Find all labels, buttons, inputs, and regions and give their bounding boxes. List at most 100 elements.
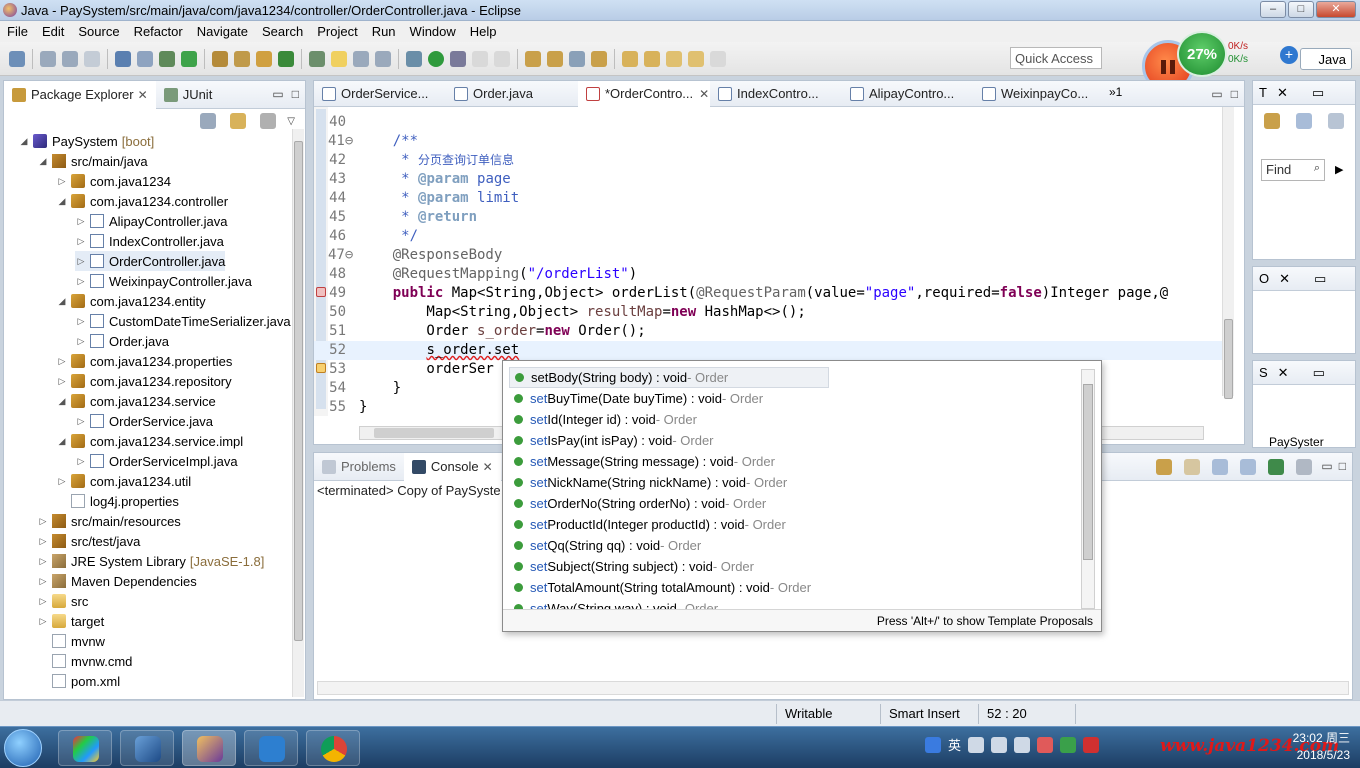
minimize-button[interactable]: – <box>1260 1 1286 18</box>
run-icon[interactable] <box>428 50 444 67</box>
tree-item[interactable]: ◢ src/main/java <box>37 151 148 171</box>
menu-file[interactable]: File <box>0 24 35 39</box>
display-console-icon[interactable] <box>1268 459 1285 475</box>
expand-arrow-icon[interactable]: ▷ <box>75 276 87 287</box>
menu-search[interactable]: Search <box>255 24 310 39</box>
maximize-view-icon[interactable]: □ <box>1339 459 1346 475</box>
tree-item[interactable]: ▷ com.java1234.repository <box>56 371 232 391</box>
maximize-view-icon[interactable]: □ <box>292 87 299 101</box>
expand-arrow-icon[interactable]: ▷ <box>37 556 49 567</box>
expand-arrow-icon[interactable]: ▷ <box>75 236 87 247</box>
tree-item[interactable]: log4j.properties <box>56 491 179 511</box>
filters-icon[interactable] <box>260 113 277 129</box>
tree-item[interactable]: ◢ com.java1234.entity <box>56 291 206 311</box>
editor-tab[interactable]: AlipayContro... <box>842 81 974 107</box>
proposal-item[interactable]: set Subject(String subject) : void - Orde… <box>509 556 1081 577</box>
taskbar-app-editor[interactable] <box>244 730 298 766</box>
scrollbar-thumb[interactable] <box>294 141 303 641</box>
code-line[interactable]: 47⊖ @ResponseBody <box>314 246 1229 265</box>
tree-item[interactable]: ◢ com.java1234.service.impl <box>56 431 244 451</box>
close-view-icon[interactable]: ✕ <box>1278 365 1289 381</box>
expand-arrow-icon[interactable]: ▷ <box>75 336 87 347</box>
proposal-item[interactable]: set NickName(String nickName) : void - Or… <box>509 472 1081 493</box>
minimize-view-icon[interactable]: ▭ <box>1312 85 1324 101</box>
code-line[interactable]: 41⊖ /** <box>314 132 1229 151</box>
tree-item[interactable]: ◢ PaySystem [boot] <box>18 131 155 151</box>
view-label[interactable]: O <box>1259 271 1269 286</box>
code-line[interactable]: 42 * 分页查询订单信息 <box>314 151 1229 170</box>
view-label[interactable]: T <box>1259 85 1267 100</box>
menu-help[interactable]: Help <box>463 24 504 39</box>
taskbar-app-chrome[interactable] <box>306 730 360 766</box>
code-line[interactable]: 50 Map<String,Object> resultMap=new Hash… <box>314 303 1229 322</box>
project-item[interactable]: PaySyster <box>1269 435 1324 449</box>
tab-package-explorer[interactable]: Package Explorer ✕ <box>4 80 156 109</box>
tree-item[interactable]: ◢ com.java1234.controller <box>56 191 229 211</box>
expand-arrow-icon[interactable]: ◢ <box>56 196 68 207</box>
system-clock[interactable]: 23:02 周三 2018/5/23 <box>1290 730 1350 764</box>
tree-item[interactable]: ▷ AlipayController.java <box>75 211 228 231</box>
start-button[interactable] <box>4 729 42 767</box>
minimize-view-icon[interactable]: ▭ <box>1314 271 1326 287</box>
filter-icon[interactable] <box>1328 113 1344 129</box>
quick-access-field[interactable]: Quick Access <box>1010 47 1102 69</box>
categorize-icon[interactable] <box>1296 113 1312 129</box>
proposal-scrollbar[interactable] <box>1081 369 1095 609</box>
tree-item[interactable]: ◢ com.java1234.service <box>56 391 216 411</box>
close-view-icon[interactable]: ✕ <box>1279 271 1290 287</box>
previous-annotation-icon[interactable] <box>644 50 660 67</box>
tree-item[interactable]: ▷ OrderController.java <box>75 251 226 271</box>
word-wrap-icon[interactable] <box>1212 459 1229 475</box>
expand-arrow-icon[interactable]: ▷ <box>37 596 49 607</box>
new-package-icon[interactable] <box>234 50 250 67</box>
menu-window[interactable]: Window <box>403 24 463 39</box>
tray-app-icon[interactable] <box>1083 736 1100 753</box>
expand-arrow-icon[interactable]: ▷ <box>37 576 49 587</box>
expand-arrow-icon[interactable]: ▷ <box>56 176 68 187</box>
expand-arrow-icon[interactable]: ▷ <box>37 516 49 527</box>
network-icon[interactable] <box>968 736 985 753</box>
input-method-icon[interactable] <box>925 736 941 753</box>
more-tabs-button[interactable]: »1 <box>1109 85 1122 99</box>
open-folder-icon[interactable] <box>525 50 541 67</box>
tree-item[interactable]: ▷ OrderServiceImpl.java <box>75 451 238 471</box>
tree-item[interactable]: mvnw <box>37 631 105 651</box>
tree-item[interactable]: ▷ com.java1234.properties <box>56 351 233 371</box>
proposal-item[interactable]: set IsPay(int isPay) : void - Order <box>509 430 1081 451</box>
scrollbar-thumb[interactable] <box>1083 384 1093 560</box>
menu-source[interactable]: Source <box>71 24 126 39</box>
proposal-item[interactable]: set Body(String body) : void - Order <box>509 367 829 388</box>
console-horizontal-scrollbar[interactable] <box>317 681 1349 695</box>
expand-arrow-icon[interactable]: ▷ <box>37 616 49 627</box>
expand-arrow-icon[interactable]: ◢ <box>56 296 68 307</box>
clear-console-icon[interactable] <box>1156 459 1173 475</box>
block-selection-icon[interactable] <box>353 50 369 67</box>
refresh-icon[interactable] <box>181 50 197 67</box>
save-all-icon[interactable] <box>62 50 78 67</box>
expand-arrow-icon[interactable]: ▷ <box>75 416 87 427</box>
view-menu-icon[interactable]: ▽ <box>287 116 295 127</box>
tree-item[interactable]: ▷ src/main/resources <box>37 511 181 531</box>
close-tab-icon[interactable]: ✕ <box>483 460 493 474</box>
code-line[interactable]: 46 */ <box>314 227 1229 246</box>
proposal-item[interactable]: set ProductId(Integer productId) : void -… <box>509 514 1081 535</box>
taskbar-app-mysql[interactable] <box>120 730 174 766</box>
spring-icon[interactable] <box>278 50 294 67</box>
package-explorer-scrollbar[interactable] <box>292 129 304 697</box>
menu-navigate[interactable]: Navigate <box>190 24 255 39</box>
save-icon[interactable] <box>40 50 56 67</box>
expand-arrow-icon[interactable]: ◢ <box>37 156 49 167</box>
proposal-item[interactable]: set Id(Integer id) : void - Order <box>509 409 1081 430</box>
keyboard-icon[interactable] <box>991 736 1008 753</box>
expand-arrow-icon[interactable]: ▷ <box>56 356 68 367</box>
tree-item[interactable]: ▷ com.java1234 <box>56 171 171 191</box>
close-tab-icon[interactable]: ✕ <box>138 88 148 102</box>
close-view-icon[interactable]: ✕ <box>1277 85 1288 101</box>
forward-icon[interactable] <box>710 50 726 67</box>
proposal-item[interactable]: set Message(String message) : void - Orde… <box>509 451 1081 472</box>
code-line[interactable]: 44 * @param limit <box>314 189 1229 208</box>
code-line[interactable]: 48 @RequestMapping("/orderList") <box>314 265 1229 284</box>
code-line[interactable]: 52 s_order.set <box>314 341 1229 360</box>
back-icon[interactable] <box>688 50 704 67</box>
editor-tab[interactable]: WeixinpayCo... <box>974 81 1106 107</box>
